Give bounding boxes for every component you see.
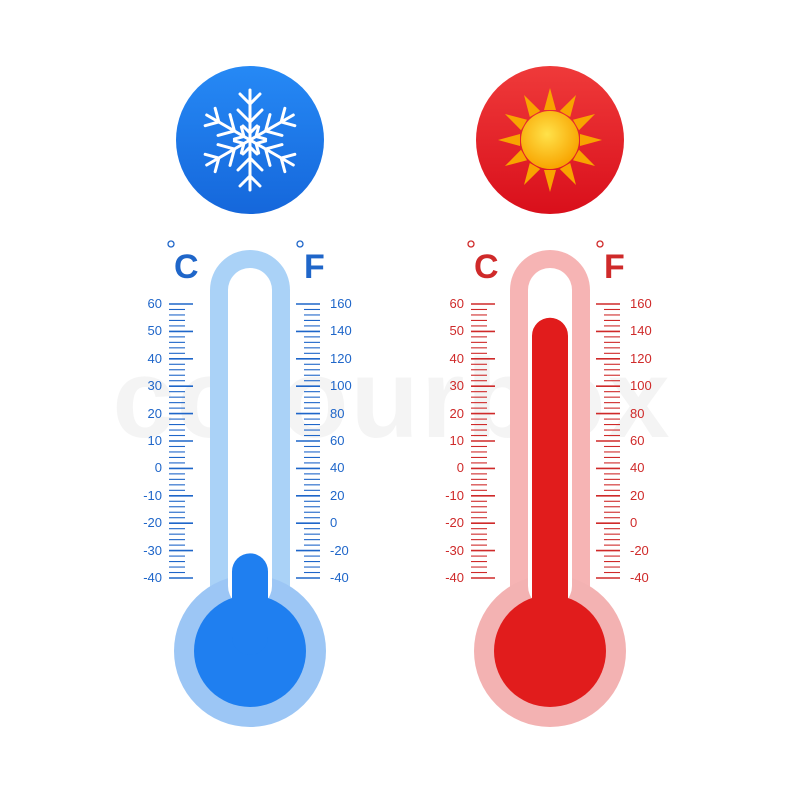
celsius-label: 40 (148, 351, 162, 366)
fahrenheit-label: 80 (330, 406, 344, 421)
fahrenheit-label: 60 (630, 433, 644, 448)
fahrenheit-label: 140 (630, 323, 652, 338)
celsius-label: 40 (450, 351, 464, 366)
celsius-unit-label: C (174, 248, 199, 286)
celsius-unit-label: C (474, 248, 499, 286)
fahrenheit-label: 140 (330, 323, 352, 338)
celsius-label: 30 (450, 378, 464, 393)
fahrenheit-unit: F (296, 240, 325, 286)
celsius-label: -10 (143, 488, 162, 503)
fahrenheit-label: 80 (630, 406, 644, 421)
fahrenheit-label: 20 (630, 488, 644, 503)
celsius-label: 50 (450, 323, 464, 338)
celsius-label: 0 (155, 460, 162, 475)
fahrenheit-label: 160 (630, 296, 652, 311)
celsius-label: -10 (445, 488, 464, 503)
fahrenheit-unit-label: F (304, 248, 325, 286)
celsius-label: -30 (143, 543, 162, 558)
fahrenheit-label: -40 (630, 570, 649, 585)
celsius-label: 50 (148, 323, 162, 338)
celsius-label: 20 (148, 406, 162, 421)
fahrenheit-label: 120 (630, 351, 652, 366)
celsius-label: 10 (148, 433, 162, 448)
fahrenheit-unit: F (596, 240, 625, 286)
celsius-label: -30 (445, 543, 464, 558)
fahrenheit-label: 120 (330, 351, 352, 366)
celsius-label: -20 (445, 515, 464, 530)
fahrenheit-label: -20 (630, 543, 649, 558)
fahrenheit-label: 40 (330, 460, 344, 475)
fahrenheit-label: 0 (630, 515, 637, 530)
celsius-label: 10 (450, 433, 464, 448)
celsius-label: 30 (148, 378, 162, 393)
fahrenheit-label: 20 (330, 488, 344, 503)
fahrenheit-label: -40 (330, 570, 349, 585)
celsius-label: -40 (143, 570, 162, 585)
celsius-label: -40 (445, 570, 464, 585)
celsius-unit: C (467, 240, 499, 286)
liquid-column (232, 553, 268, 655)
celsius-label: 0 (457, 460, 464, 475)
liquid-column (532, 317, 568, 655)
fahrenheit-label: 160 (330, 296, 352, 311)
fahrenheit-label: -20 (330, 543, 349, 558)
celsius-unit: C (167, 240, 199, 286)
celsius-label: -20 (143, 515, 162, 530)
celsius-label: 60 (148, 296, 162, 311)
fahrenheit-label: 40 (630, 460, 644, 475)
celsius-label: 20 (450, 406, 464, 421)
fahrenheit-label: 100 (630, 378, 652, 393)
fahrenheit-label: 0 (330, 515, 337, 530)
fahrenheit-label: 100 (330, 378, 352, 393)
celsius-label: 60 (450, 296, 464, 311)
thermometers-illustration: colourbox C F 60 50 40 30 20 10 0 -10 -2… (112, 66, 670, 727)
fahrenheit-label: 60 (330, 433, 344, 448)
fahrenheit-unit-label: F (604, 248, 625, 286)
